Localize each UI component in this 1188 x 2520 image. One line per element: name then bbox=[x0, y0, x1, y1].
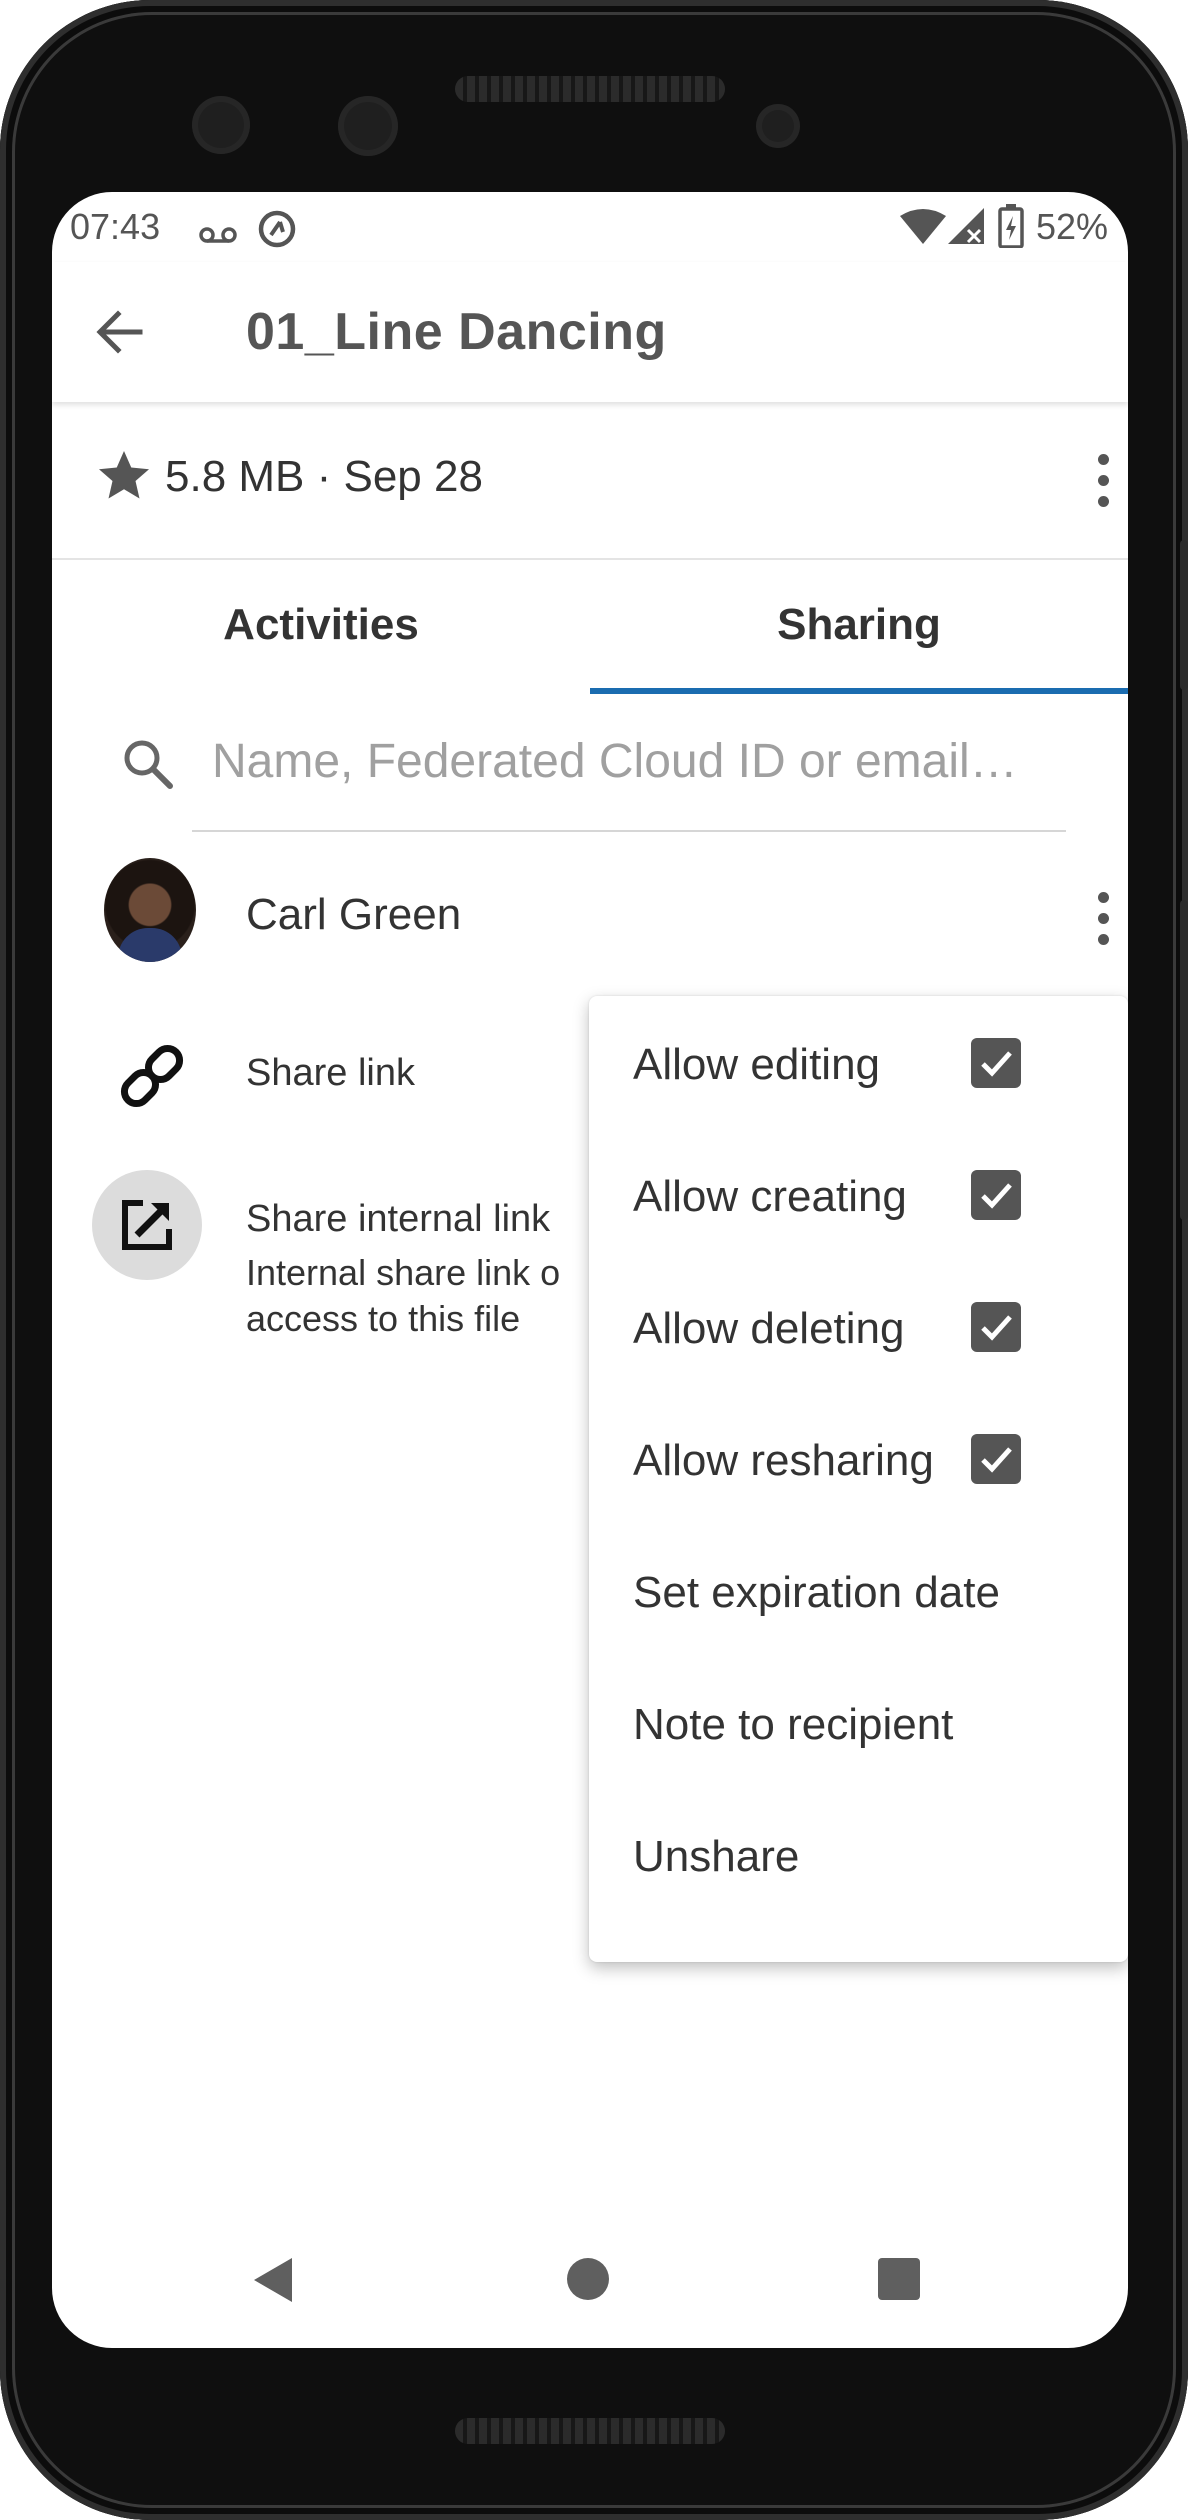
internal-link-description-line1: Internal share link o bbox=[246, 1252, 561, 1293]
allow-deleting-checkbox[interactable] bbox=[971, 1302, 1021, 1352]
link-icon bbox=[112, 1036, 192, 1116]
system-nav-bar bbox=[52, 2212, 1128, 2348]
internal-link-label[interactable]: Share internal link bbox=[246, 1198, 550, 1241]
wifi-icon bbox=[900, 208, 946, 255]
allow-editing-checkbox[interactable] bbox=[971, 1038, 1021, 1088]
nav-recents-icon[interactable] bbox=[878, 2258, 920, 2300]
sensor-dot bbox=[192, 96, 250, 154]
page-title: 01_Line Dancing bbox=[246, 303, 667, 361]
tab-sharing[interactable]: Sharing bbox=[590, 560, 1128, 694]
data-saver-icon bbox=[256, 208, 298, 259]
power-button bbox=[1180, 540, 1188, 690]
file-details: 5.8 MB · Sep 28 bbox=[165, 452, 483, 501]
share-search bbox=[52, 694, 1128, 834]
menu-item-label: Allow deleting bbox=[633, 1304, 905, 1353]
menu-item-label: Allow creating bbox=[633, 1172, 907, 1221]
proximity-sensor bbox=[756, 104, 800, 148]
menu-item-label: Note to recipient bbox=[633, 1700, 954, 1749]
file-menu-kebab-icon[interactable] bbox=[1074, 446, 1128, 516]
menu-item-label: Allow resharing bbox=[633, 1436, 934, 1485]
voicemail-icon bbox=[198, 214, 238, 256]
signal-icon bbox=[946, 208, 986, 255]
nav-back-icon[interactable] bbox=[252, 2256, 296, 2304]
share-user-name: Carl Green bbox=[246, 890, 462, 939]
share-search-input[interactable] bbox=[212, 728, 1072, 794]
avatar bbox=[104, 858, 196, 962]
arrow-left-icon[interactable] bbox=[92, 304, 148, 360]
bottom-speaker bbox=[455, 2418, 725, 2444]
menu-item-label: Set expiration date bbox=[633, 1568, 1000, 1617]
nav-home-icon[interactable] bbox=[567, 2258, 609, 2300]
top-speaker bbox=[455, 76, 725, 102]
menu-item-unshare[interactable]: Unshare bbox=[589, 1788, 1128, 1920]
internal-link-icon-badge bbox=[92, 1170, 202, 1280]
status-time: 07:43 bbox=[70, 206, 161, 247]
screen: 07:43 52% 01_Line Dancing 5.8 MB · Sep 2… bbox=[52, 192, 1128, 2348]
menu-item-label: Unshare bbox=[633, 1832, 800, 1881]
share-permissions-menu: Allow editing Allow creating Allow delet… bbox=[589, 996, 1128, 1962]
search-icon bbox=[118, 734, 178, 794]
share-link-label[interactable]: Share link bbox=[246, 1052, 415, 1095]
menu-item-allow-resharing[interactable]: Allow resharing bbox=[589, 1392, 1128, 1524]
star-icon[interactable] bbox=[94, 446, 154, 506]
file-info-row: 5.8 MB · Sep 28 bbox=[52, 404, 1128, 560]
front-camera bbox=[338, 96, 398, 156]
share-user-kebab-icon[interactable] bbox=[1074, 884, 1128, 954]
menu-item-allow-deleting[interactable]: Allow deleting bbox=[589, 1260, 1128, 1392]
allow-creating-checkbox[interactable] bbox=[971, 1170, 1021, 1220]
allow-resharing-checkbox[interactable] bbox=[971, 1434, 1021, 1484]
battery-percent: 52% bbox=[1035, 206, 1108, 247]
menu-item-note-to-recipient[interactable]: Note to recipient bbox=[589, 1656, 1128, 1788]
menu-item-allow-creating[interactable]: Allow creating bbox=[589, 1128, 1128, 1260]
battery-charging-icon bbox=[998, 204, 1024, 257]
status-bar: 07:43 52% bbox=[52, 192, 1128, 262]
app-bar: 01_Line Dancing bbox=[52, 262, 1128, 402]
menu-item-set-expiration-date[interactable]: Set expiration date bbox=[589, 1524, 1128, 1656]
internal-link-description-line2: access to this file bbox=[246, 1298, 521, 1339]
menu-item-label: Allow editing bbox=[633, 1040, 881, 1089]
menu-item-allow-editing[interactable]: Allow editing bbox=[589, 996, 1128, 1128]
tab-activities[interactable]: Activities bbox=[52, 560, 590, 694]
search-underline bbox=[192, 830, 1066, 832]
volume-button bbox=[1180, 900, 1188, 1220]
open-external-icon bbox=[119, 1197, 175, 1253]
tab-bar: Activities Sharing bbox=[52, 560, 1128, 694]
